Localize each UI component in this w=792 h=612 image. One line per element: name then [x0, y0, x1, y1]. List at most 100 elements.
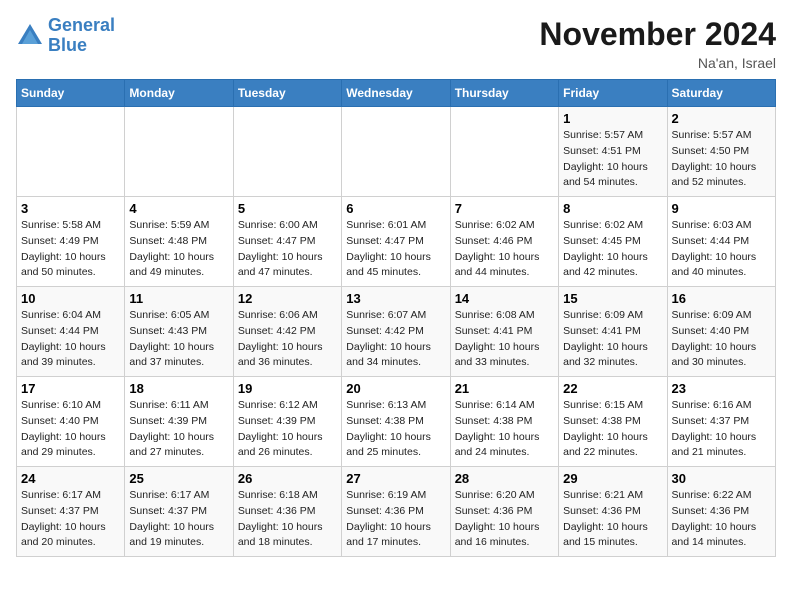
calendar-cell: 16 Sunrise: 6:09 AM Sunset: 4:40 PM Dayli… [667, 287, 775, 377]
calendar-cell: 1 Sunrise: 5:57 AM Sunset: 4:51 PM Daylig… [559, 107, 667, 197]
day-info: Sunrise: 6:11 AM Sunset: 4:39 PM Dayligh… [129, 398, 228, 461]
calendar-cell: 3Sunrise: 5:58 AM Sunset: 4:49 PM Daylig… [17, 197, 125, 287]
day-number: 22 [563, 381, 662, 396]
day-info: Sunrise: 6:02 AM Sunset: 4:46 PM Dayligh… [455, 218, 554, 281]
calendar-cell: 23Sunrise: 6:16 AM Sunset: 4:37 PM Dayli… [667, 377, 775, 467]
calendar-cell: 4 Sunrise: 5:59 AM Sunset: 4:48 PM Daylig… [125, 197, 233, 287]
calendar-cell [17, 107, 125, 197]
calendar-cell: 20Sunrise: 6:13 AM Sunset: 4:38 PM Dayli… [342, 377, 450, 467]
day-info: Sunrise: 6:21 AM Sunset: 4:36 PM Dayligh… [563, 488, 662, 551]
day-info: Sunrise: 6:14 AM Sunset: 4:38 PM Dayligh… [455, 398, 554, 461]
calendar-cell: 2 Sunrise: 5:57 AM Sunset: 4:50 PM Daylig… [667, 107, 775, 197]
day-info: Sunrise: 6:20 AM Sunset: 4:36 PM Dayligh… [455, 488, 554, 551]
calendar-cell: 24 Sunrise: 6:17 AM Sunset: 4:37 PM Dayli… [17, 467, 125, 557]
location: Na'an, Israel [539, 55, 776, 71]
calendar-cell: 26Sunrise: 6:18 AM Sunset: 4:36 PM Dayli… [233, 467, 341, 557]
day-info: Sunrise: 6:09 AM Sunset: 4:40 PM Dayligh… [672, 308, 771, 371]
day-number: 23 [672, 381, 771, 396]
calendar-cell: 15 Sunrise: 6:09 AM Sunset: 4:41 PM Dayli… [559, 287, 667, 377]
calendar-cell: 19Sunrise: 6:12 AM Sunset: 4:39 PM Dayli… [233, 377, 341, 467]
day-info: Sunrise: 6:07 AM Sunset: 4:42 PM Dayligh… [346, 308, 445, 371]
month-title: November 2024 [539, 16, 776, 53]
title-area: November 2024 Na'an, Israel [539, 16, 776, 71]
day-info: Sunrise: 5:57 AM Sunset: 4:51 PM Dayligh… [563, 128, 662, 191]
calendar-row: 3Sunrise: 5:58 AM Sunset: 4:49 PM Daylig… [17, 197, 776, 287]
calendar-cell: 7 Sunrise: 6:02 AM Sunset: 4:46 PM Daylig… [450, 197, 558, 287]
calendar-header: SundayMondayTuesdayWednesdayThursdayFrid… [17, 80, 776, 107]
page-header: General Blue November 2024 Na'an, Israel [16, 16, 776, 71]
calendar-table: SundayMondayTuesdayWednesdayThursdayFrid… [16, 79, 776, 557]
day-number: 25 [129, 471, 228, 486]
day-number: 7 [455, 201, 554, 216]
header-day: Friday [559, 80, 667, 107]
day-info: Sunrise: 6:17 AM Sunset: 4:37 PM Dayligh… [129, 488, 228, 551]
calendar-row: 24 Sunrise: 6:17 AM Sunset: 4:37 PM Dayli… [17, 467, 776, 557]
day-number: 9 [672, 201, 771, 216]
day-number: 15 [563, 291, 662, 306]
calendar-cell: 27Sunrise: 6:19 AM Sunset: 4:36 PM Dayli… [342, 467, 450, 557]
day-number: 24 [21, 471, 120, 486]
calendar-row: 10 Sunrise: 6:04 AM Sunset: 4:44 PM Dayli… [17, 287, 776, 377]
day-number: 1 [563, 111, 662, 126]
header-day: Sunday [17, 80, 125, 107]
calendar-cell: 9 Sunrise: 6:03 AM Sunset: 4:44 PM Daylig… [667, 197, 775, 287]
day-number: 12 [238, 291, 337, 306]
header-day: Saturday [667, 80, 775, 107]
day-number: 21 [455, 381, 554, 396]
calendar-cell: 5 Sunrise: 6:00 AM Sunset: 4:47 PM Daylig… [233, 197, 341, 287]
logo-icon [16, 22, 44, 50]
calendar-row: 17 Sunrise: 6:10 AM Sunset: 4:40 PM Dayli… [17, 377, 776, 467]
day-number: 30 [672, 471, 771, 486]
day-number: 2 [672, 111, 771, 126]
calendar-cell: 17 Sunrise: 6:10 AM Sunset: 4:40 PM Dayli… [17, 377, 125, 467]
day-number: 10 [21, 291, 120, 306]
day-number: 4 [129, 201, 228, 216]
day-number: 27 [346, 471, 445, 486]
day-info: Sunrise: 5:57 AM Sunset: 4:50 PM Dayligh… [672, 128, 771, 191]
day-info: Sunrise: 6:01 AM Sunset: 4:47 PM Dayligh… [346, 218, 445, 281]
day-info: Sunrise: 6:05 AM Sunset: 4:43 PM Dayligh… [129, 308, 228, 371]
calendar-cell: 28Sunrise: 6:20 AM Sunset: 4:36 PM Dayli… [450, 467, 558, 557]
calendar-cell: 25 Sunrise: 6:17 AM Sunset: 4:37 PM Dayli… [125, 467, 233, 557]
calendar-cell: 30Sunrise: 6:22 AM Sunset: 4:36 PM Dayli… [667, 467, 775, 557]
calendar-cell [342, 107, 450, 197]
header-day: Wednesday [342, 80, 450, 107]
day-info: Sunrise: 5:59 AM Sunset: 4:48 PM Dayligh… [129, 218, 228, 281]
day-info: Sunrise: 6:02 AM Sunset: 4:45 PM Dayligh… [563, 218, 662, 281]
day-info: Sunrise: 6:12 AM Sunset: 4:39 PM Dayligh… [238, 398, 337, 461]
logo: General Blue [16, 16, 115, 56]
day-number: 5 [238, 201, 337, 216]
day-info: Sunrise: 6:03 AM Sunset: 4:44 PM Dayligh… [672, 218, 771, 281]
day-info: Sunrise: 6:00 AM Sunset: 4:47 PM Dayligh… [238, 218, 337, 281]
calendar-cell: 12Sunrise: 6:06 AM Sunset: 4:42 PM Dayli… [233, 287, 341, 377]
calendar-cell: 13 Sunrise: 6:07 AM Sunset: 4:42 PM Dayli… [342, 287, 450, 377]
day-number: 26 [238, 471, 337, 486]
day-number: 18 [129, 381, 228, 396]
day-info: Sunrise: 6:04 AM Sunset: 4:44 PM Dayligh… [21, 308, 120, 371]
calendar-cell: 29Sunrise: 6:21 AM Sunset: 4:36 PM Dayli… [559, 467, 667, 557]
day-number: 11 [129, 291, 228, 306]
calendar-cell [125, 107, 233, 197]
calendar-cell: 10 Sunrise: 6:04 AM Sunset: 4:44 PM Dayli… [17, 287, 125, 377]
day-number: 6 [346, 201, 445, 216]
day-number: 13 [346, 291, 445, 306]
day-info: Sunrise: 6:09 AM Sunset: 4:41 PM Dayligh… [563, 308, 662, 371]
header-day: Tuesday [233, 80, 341, 107]
header-row: SundayMondayTuesdayWednesdayThursdayFrid… [17, 80, 776, 107]
header-day: Thursday [450, 80, 558, 107]
calendar-cell: 11 Sunrise: 6:05 AM Sunset: 4:43 PM Dayli… [125, 287, 233, 377]
calendar-cell: 6 Sunrise: 6:01 AM Sunset: 4:47 PM Daylig… [342, 197, 450, 287]
calendar-cell [450, 107, 558, 197]
calendar-cell: 14Sunrise: 6:08 AM Sunset: 4:41 PM Dayli… [450, 287, 558, 377]
day-number: 16 [672, 291, 771, 306]
day-info: Sunrise: 6:15 AM Sunset: 4:38 PM Dayligh… [563, 398, 662, 461]
calendar-cell: 18 Sunrise: 6:11 AM Sunset: 4:39 PM Dayli… [125, 377, 233, 467]
calendar-cell: 8Sunrise: 6:02 AM Sunset: 4:45 PM Daylig… [559, 197, 667, 287]
day-number: 14 [455, 291, 554, 306]
day-info: Sunrise: 6:17 AM Sunset: 4:37 PM Dayligh… [21, 488, 120, 551]
day-info: Sunrise: 6:10 AM Sunset: 4:40 PM Dayligh… [21, 398, 120, 461]
day-number: 17 [21, 381, 120, 396]
day-info: Sunrise: 6:13 AM Sunset: 4:38 PM Dayligh… [346, 398, 445, 461]
calendar-cell: 21 Sunrise: 6:14 AM Sunset: 4:38 PM Dayli… [450, 377, 558, 467]
calendar-row: 1 Sunrise: 5:57 AM Sunset: 4:51 PM Daylig… [17, 107, 776, 197]
